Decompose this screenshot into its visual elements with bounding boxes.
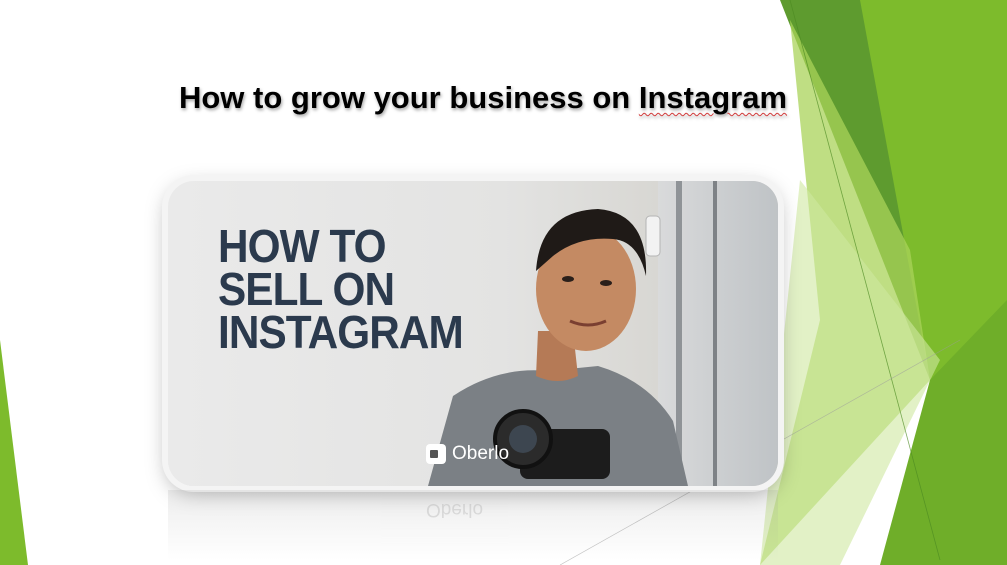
thumbnail-reflection: Oberlo (168, 490, 778, 560)
oberlo-wordmark: Oberlo (452, 443, 510, 464)
oberlo-icon (426, 444, 446, 464)
camera-lens-glass (509, 425, 537, 453)
headline-line-1: HOW TO (218, 220, 387, 272)
person-eye-right (600, 280, 612, 286)
slide: How to grow your business on Instagram H… (0, 0, 1007, 565)
thumbnail-image[interactable]: HOW TO SELL ON INSTAGRAM Oberlo (168, 181, 778, 486)
window-handle (645, 215, 661, 257)
oberlo-logo: Oberlo (426, 443, 509, 465)
headline-line-2: SELL ON (218, 263, 395, 315)
thumbnail-headline: HOW TO SELL ON INSTAGRAM (218, 220, 464, 358)
slide-title: How to grow your business on Instagram (0, 80, 966, 116)
reflection-brand: Oberlo (426, 499, 484, 520)
spellcheck-flagged-word[interactable]: Instagram (639, 80, 787, 115)
headline-line-3: INSTAGRAM (218, 306, 464, 358)
window-bar-2 (713, 181, 717, 486)
slide-title-text: How to grow your business on (178, 80, 639, 115)
left-shape (0, 340, 28, 565)
person-eye-left (562, 276, 574, 282)
